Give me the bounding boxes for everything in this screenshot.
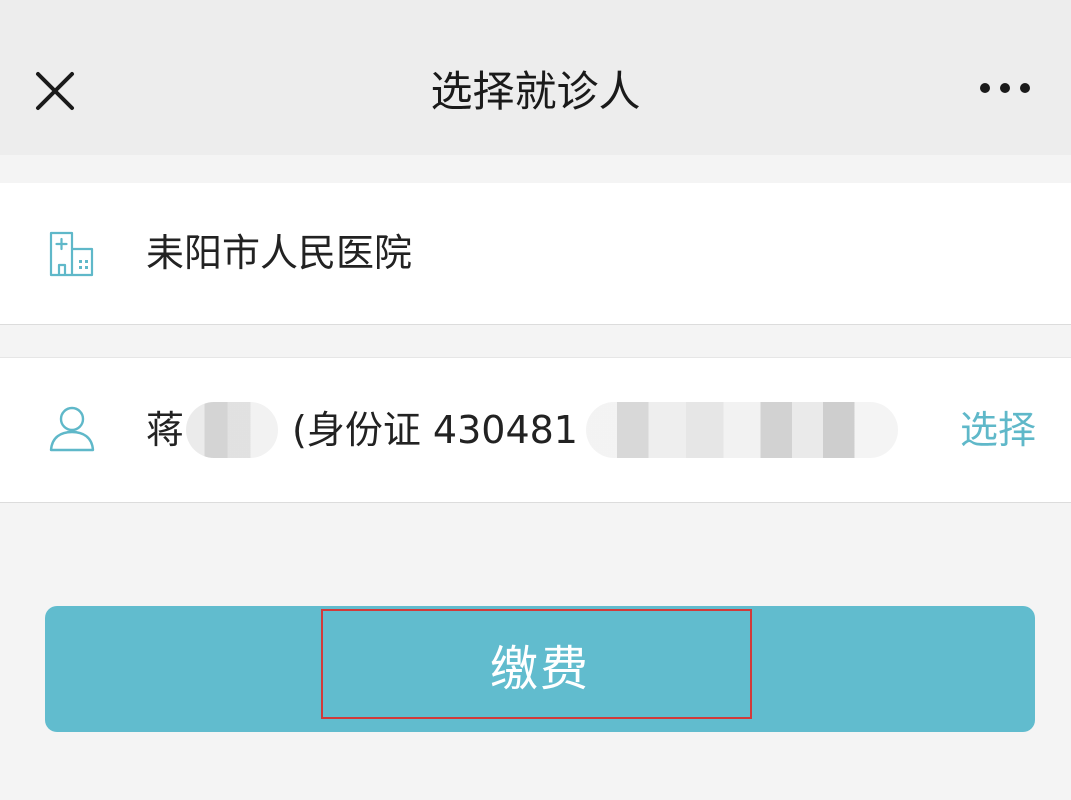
select-patient-link[interactable]: 选择 [960, 400, 1036, 460]
more-button[interactable] [970, 68, 1040, 108]
page-title: 选择就诊人 [430, 67, 641, 116]
patient-id-label: (身份证 430481 [292, 408, 578, 452]
hospital-name: 耒阳市人民医院 [146, 231, 413, 275]
pay-button-label: 缴费 [489, 641, 590, 697]
patient-card[interactable]: 蒋 (身份证 430481 选择 [0, 357, 1071, 503]
patient-info: 蒋 (身份证 430481 [146, 400, 898, 460]
pay-button[interactable]: 缴费 [45, 606, 1035, 732]
user-icon [49, 406, 95, 452]
redacted-id [585, 402, 898, 458]
patient-name: 蒋 [146, 408, 185, 452]
hospital-card: 耒阳市人民医院 [0, 183, 1071, 325]
more-icon [980, 83, 1030, 93]
page: 选择就诊人 耒阳市人民医院 蒋 (身份证 430481 选择 缴费 [0, 0, 1071, 800]
top-bar: 选择就诊人 [0, 0, 1071, 155]
redacted-name [186, 402, 279, 458]
hospital-icon [49, 231, 94, 277]
